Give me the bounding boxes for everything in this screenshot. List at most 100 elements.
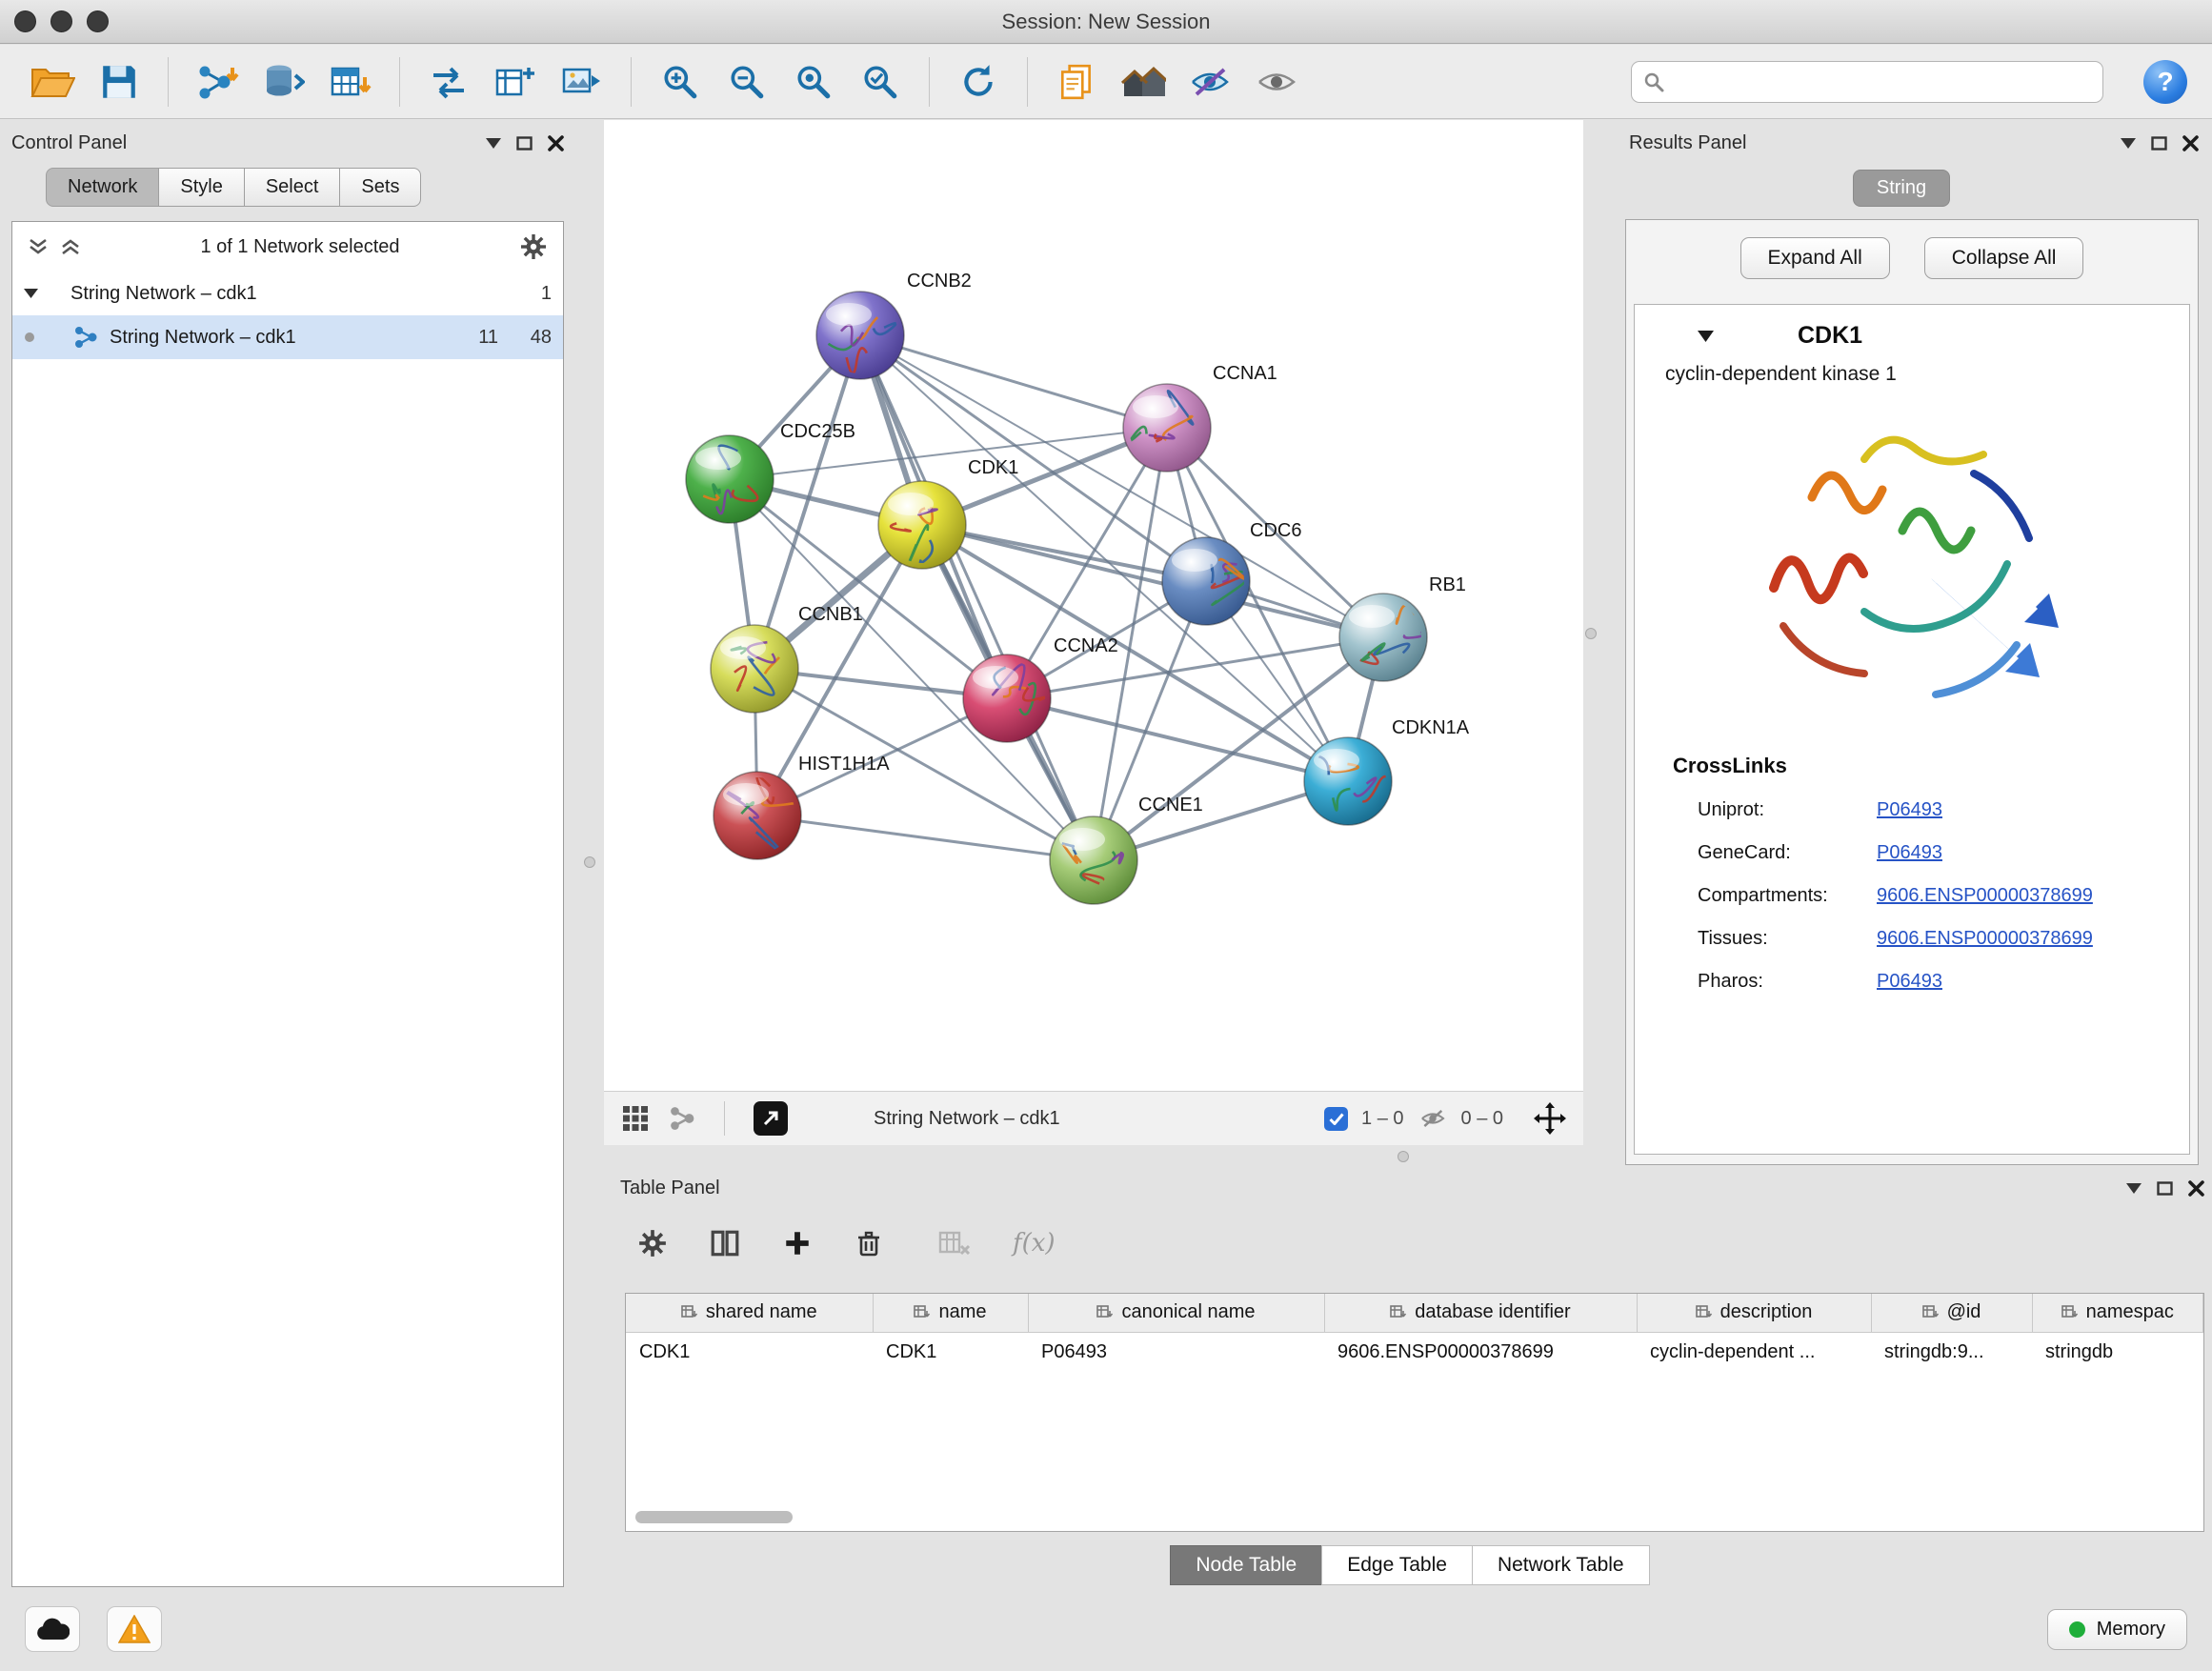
import-network-database-icon[interactable]	[256, 54, 312, 110]
horizontal-scrollbar-thumb[interactable]	[635, 1511, 793, 1523]
expand-all-icon[interactable]	[60, 238, 81, 255]
table-cell[interactable]: stringdb:9...	[1871, 1332, 2032, 1372]
tab-network[interactable]: Network	[46, 168, 159, 207]
column-type-icon	[914, 1305, 931, 1319]
expand-all-button[interactable]: Expand All	[1740, 237, 1890, 279]
zoom-selected-icon[interactable]	[853, 54, 908, 110]
network-options-gear-icon[interactable]	[519, 232, 548, 261]
section-disclosure-icon[interactable]	[1698, 331, 1714, 342]
birdseye-view-icon[interactable]	[621, 1104, 650, 1133]
string-tab-badge[interactable]: String	[1853, 170, 1950, 207]
crosslink-link[interactable]: P06493	[1877, 842, 1942, 864]
network-node[interactable]: CDC6	[1162, 520, 1301, 625]
zoom-fit-icon[interactable]	[786, 54, 841, 110]
splitter-handle[interactable]	[1398, 1151, 1409, 1162]
panel-close-icon[interactable]	[548, 135, 564, 151]
splitter-handle[interactable]	[1585, 628, 1597, 639]
import-network-file-icon[interactable]	[190, 54, 245, 110]
panel-collapse-icon[interactable]	[486, 138, 501, 149]
network-edge[interactable]	[860, 335, 1094, 860]
network-canvas[interactable]: CCNB2CCNA1CDC25BCDK1CDC6RB1CCNB1CCNA2CDK…	[604, 120, 1583, 1091]
copy-document-icon[interactable]	[1049, 54, 1104, 110]
column-header[interactable]: shared name	[626, 1294, 873, 1332]
crosslink-label: Compartments:	[1698, 885, 1877, 907]
toolbar-separator	[399, 57, 400, 107]
selected-checkbox-icon[interactable]	[1324, 1107, 1348, 1131]
annotation-mode-button[interactable]	[754, 1101, 788, 1136]
network-node[interactable]: CCNA1	[1123, 363, 1277, 472]
tab-select[interactable]: Select	[244, 168, 341, 207]
panel-float-icon[interactable]	[516, 136, 533, 151]
pan-crosshair-icon[interactable]	[1534, 1102, 1566, 1135]
delete-column-icon[interactable]	[855, 1228, 883, 1258]
zoom-in-icon[interactable]	[653, 54, 708, 110]
table-cell[interactable]: CDK1	[873, 1332, 1028, 1372]
table-cell[interactable]: P06493	[1028, 1332, 1324, 1372]
splitter-handle[interactable]	[584, 856, 595, 868]
table-cell[interactable]: stringdb	[2032, 1332, 2203, 1372]
panel-close-icon[interactable]	[2188, 1180, 2204, 1197]
crosslink-link[interactable]: 9606.ENSP00000378699	[1877, 928, 2093, 950]
network-edge[interactable]	[860, 335, 1167, 428]
panel-float-icon[interactable]	[2157, 1181, 2173, 1196]
network-exchange-icon[interactable]	[421, 54, 476, 110]
disclosure-triangle-icon[interactable]	[24, 289, 38, 298]
search-input[interactable]	[1664, 70, 2091, 93]
column-header[interactable]: canonical name	[1028, 1294, 1324, 1332]
warnings-button[interactable]	[107, 1606, 162, 1652]
tab-edge-table[interactable]: Edge Table	[1321, 1545, 1473, 1585]
tab-sets[interactable]: Sets	[339, 168, 421, 207]
search-box[interactable]	[1631, 61, 2103, 103]
zoom-out-icon[interactable]	[719, 54, 774, 110]
collapse-all-button[interactable]: Collapse All	[1924, 237, 2084, 279]
table-options-gear-icon[interactable]	[637, 1228, 668, 1258]
network-node[interactable]: RB1	[1339, 574, 1466, 681]
network-edge[interactable]	[757, 815, 1094, 860]
table-row[interactable]: CDK1 CDK1 P06493 9606.ENSP00000378699 cy…	[626, 1332, 2203, 1372]
panel-close-icon[interactable]	[2182, 135, 2199, 151]
hidden-eye-icon[interactable]	[1418, 1106, 1448, 1131]
hide-unhide-icon[interactable]	[1182, 54, 1237, 110]
column-header[interactable]: @id	[1871, 1294, 2032, 1332]
share-network-icon[interactable]	[669, 1106, 695, 1131]
crosslink-link[interactable]: P06493	[1877, 799, 1942, 821]
import-table-icon[interactable]	[323, 54, 378, 110]
new-network-icon[interactable]	[488, 54, 543, 110]
table-cell[interactable]: 9606.ENSP00000378699	[1324, 1332, 1637, 1372]
column-header[interactable]: database identifier	[1324, 1294, 1637, 1332]
cloud-status-button[interactable]	[25, 1606, 80, 1652]
add-column-icon[interactable]	[782, 1228, 813, 1258]
column-header[interactable]: description	[1637, 1294, 1871, 1332]
network-node[interactable]: HIST1H1A	[714, 754, 890, 859]
table-cell[interactable]: CDK1	[626, 1332, 873, 1372]
open-session-icon[interactable]	[25, 54, 80, 110]
network-node[interactable]: CDK1	[878, 457, 1018, 569]
houses-icon[interactable]	[1116, 54, 1171, 110]
table-cell[interactable]: cyclin-dependent ...	[1637, 1332, 1871, 1372]
refresh-icon[interactable]	[951, 54, 1006, 110]
panel-float-icon[interactable]	[2151, 136, 2167, 151]
help-icon[interactable]: ?	[2143, 60, 2187, 104]
panel-collapse-icon[interactable]	[2121, 138, 2136, 149]
network-collection-row[interactable]: String Network – cdk1 1	[12, 272, 563, 315]
eye-icon[interactable]	[1249, 54, 1304, 110]
collapse-all-icon[interactable]	[28, 238, 49, 255]
tab-network-table[interactable]: Network Table	[1472, 1545, 1650, 1585]
export-image-icon[interactable]	[554, 54, 610, 110]
network-edge[interactable]	[1007, 698, 1348, 781]
column-header[interactable]: name	[873, 1294, 1028, 1332]
tab-style[interactable]: Style	[158, 168, 244, 207]
network-view[interactable]: CCNB2CCNA1CDC25BCDK1CDC6RB1CCNB1CCNA2CDK…	[604, 120, 1583, 1145]
memory-button[interactable]: Memory	[2047, 1609, 2187, 1650]
network-row[interactable]: String Network – cdk1 11 48	[12, 315, 563, 359]
save-session-icon[interactable]	[91, 54, 147, 110]
tab-node-table[interactable]: Node Table	[1170, 1545, 1322, 1585]
show-columns-icon[interactable]	[710, 1228, 740, 1258]
network-node[interactable]: CDKN1A	[1304, 717, 1470, 825]
panel-collapse-icon[interactable]	[2126, 1183, 2142, 1194]
crosslink-link[interactable]: 9606.ENSP00000378699	[1877, 885, 2093, 907]
network-node[interactable]: CCNB1	[711, 604, 863, 713]
crosslink-link[interactable]: P06493	[1877, 971, 1942, 993]
column-header[interactable]: namespac	[2032, 1294, 2203, 1332]
status-bar: Memory	[0, 1587, 2212, 1671]
